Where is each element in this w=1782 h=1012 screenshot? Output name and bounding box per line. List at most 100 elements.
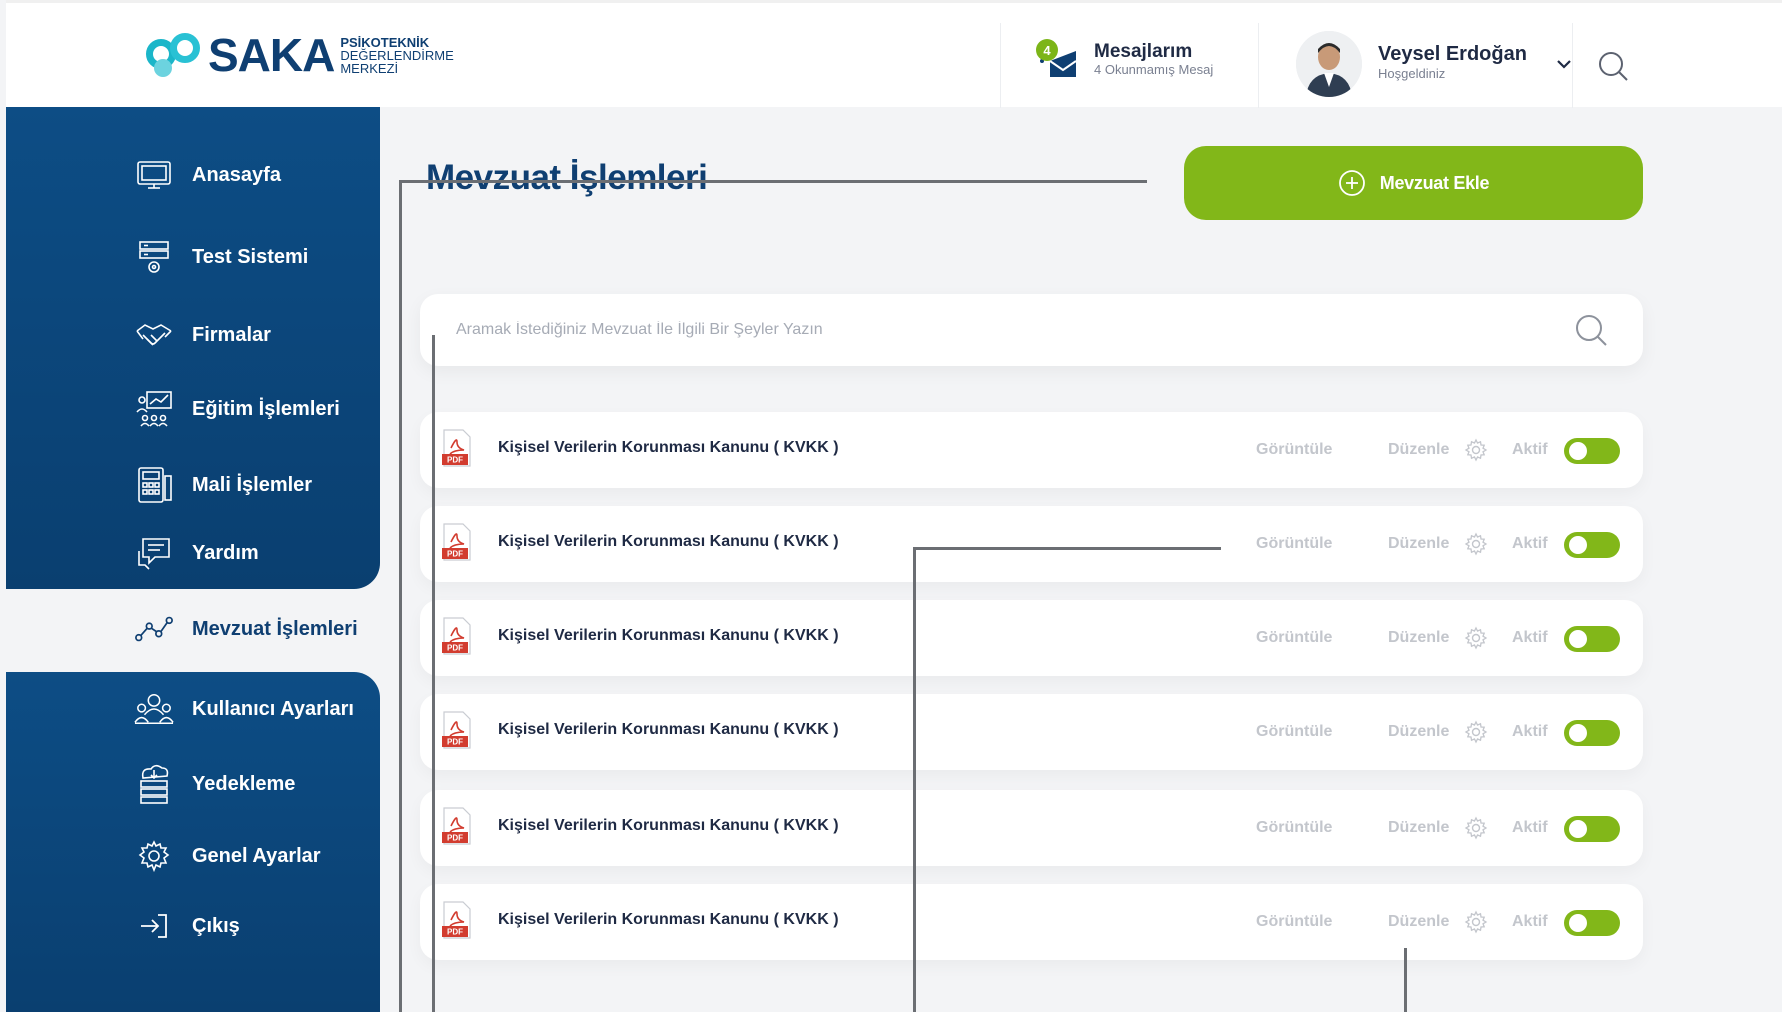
user-menu[interactable]: Veysel Erdoğan Hoşgeldiniz (1296, 31, 1573, 97)
sidebar-item-anasayfa[interactable]: Anasayfa (134, 155, 281, 195)
sidebar-item-yardim[interactable]: Yardım (134, 533, 259, 573)
gear-icon[interactable] (1464, 720, 1488, 744)
annotation-line (399, 180, 1147, 183)
gear-icon[interactable] (1464, 532, 1488, 556)
plus-circle-icon (1338, 170, 1365, 196)
document-row: PDF Kişisel Verilerin Korunması Kanunu (… (420, 790, 1643, 866)
edit-link[interactable]: Düzenle (1388, 913, 1449, 931)
chart-nodes-icon (134, 609, 174, 649)
svg-text:PDF: PDF (447, 550, 463, 559)
header-divider (1258, 23, 1259, 108)
sidebar-item-mevzuat-islemleri[interactable]: Mevzuat İşlemleri (134, 609, 358, 649)
gear-icon (134, 836, 174, 876)
document-row: PDF Kişisel Verilerin Korunması Kanunu (… (420, 412, 1643, 488)
avatar (1296, 31, 1362, 97)
status-label: Aktif (1512, 723, 1548, 740)
edit-link[interactable]: Düzenle (1388, 535, 1449, 553)
sidebar: Anasayfa Test Sistemi Firmalar Eğitim İş… (6, 107, 380, 1012)
active-toggle[interactable] (1564, 438, 1620, 464)
sidebar-item-label: Firmalar (192, 323, 271, 346)
svg-text:PDF: PDF (447, 738, 463, 747)
sidebar-item-mali-islemler[interactable]: Mali İşlemler (134, 465, 312, 505)
toggle-knob (1569, 914, 1587, 932)
document-title: Kişisel Verilerin Korunması Kanunu ( KVK… (498, 627, 839, 644)
annotation-line (1404, 948, 1407, 1012)
toggle-knob (1569, 820, 1587, 838)
view-link[interactable]: Görüntüle (1256, 441, 1332, 459)
brand-name: SAKA (208, 29, 335, 81)
help-chat-icon (134, 533, 174, 573)
view-link[interactable]: Görüntüle (1256, 629, 1332, 647)
gear-icon[interactable] (1464, 438, 1488, 462)
brand-subtitle: PSİKOTEKNİK DEĞERLENDİRME MERKEZİ (340, 34, 454, 76)
server-gear-icon (134, 237, 174, 277)
document-title: Kişisel Verilerin Korunması Kanunu ( KVK… (498, 439, 839, 456)
toggle-knob (1569, 630, 1587, 648)
document-title: Kişisel Verilerin Korunması Kanunu ( KVK… (498, 911, 839, 928)
pdf-file-icon: PDF (442, 807, 471, 845)
sidebar-item-yedekleme[interactable]: Yedekleme (134, 764, 295, 804)
calculator-icon (134, 465, 174, 505)
messages-widget[interactable]: 4 Mesajlarım 4 Okunmamış Mesaj (1036, 39, 1213, 83)
sidebar-item-egitim-islemleri[interactable]: Eğitim İşlemleri (134, 389, 340, 429)
sidebar-item-label: Eğitim İşlemleri (192, 397, 340, 420)
search-box (420, 294, 1643, 366)
view-link[interactable]: Görüntüle (1256, 819, 1332, 837)
status-label: Aktif (1512, 913, 1548, 930)
gear-icon[interactable] (1464, 910, 1488, 934)
svg-text:PDF: PDF (447, 644, 463, 653)
chevron-down-icon[interactable] (1555, 55, 1573, 73)
handshake-icon (134, 315, 174, 355)
brand-logo[interactable]: SAKA PSİKOTEKNİK DEĞERLENDİRME MERKEZİ (140, 25, 454, 85)
header-divider (1572, 23, 1573, 108)
edit-link[interactable]: Düzenle (1388, 441, 1449, 459)
active-toggle[interactable] (1564, 720, 1620, 746)
cloud-backup-icon (134, 764, 174, 804)
unread-badge: 4 (1036, 39, 1058, 61)
training-board-icon (134, 389, 174, 429)
search-icon[interactable] (1573, 312, 1609, 348)
active-toggle[interactable] (1564, 626, 1620, 652)
document-row: PDF Kişisel Verilerin Korunması Kanunu (… (420, 600, 1643, 676)
pdf-file-icon: PDF (442, 711, 471, 749)
sidebar-item-label: Mali İşlemler (192, 473, 313, 496)
status-label: Aktif (1512, 819, 1548, 836)
sidebar-item-label: Yardım (192, 541, 259, 564)
page-title: Mevzuat İşlemleri (426, 158, 708, 197)
document-title: Kişisel Verilerin Korunması Kanunu ( KVK… (498, 817, 839, 834)
add-mevzuat-button[interactable]: Mevzuat Ekle (1184, 146, 1643, 220)
svg-text:PDF: PDF (447, 834, 463, 843)
sidebar-item-label: Yedekleme (192, 772, 296, 795)
active-toggle[interactable] (1564, 910, 1620, 936)
edit-link[interactable]: Düzenle (1388, 819, 1449, 837)
active-toggle[interactable] (1564, 532, 1620, 558)
view-link[interactable]: Görüntüle (1256, 723, 1332, 741)
sidebar-item-kullanici-ayarlari[interactable]: Kullanıcı Ayarları (134, 689, 354, 729)
active-toggle[interactable] (1564, 816, 1620, 842)
document-title: Kişisel Verilerin Korunması Kanunu ( KVK… (498, 533, 839, 550)
messages-subtitle: 4 Okunmamış Mesaj (1094, 62, 1214, 77)
pdf-file-icon: PDF (442, 429, 471, 467)
top-header: SAKA PSİKOTEKNİK DEĞERLENDİRME MERKEZİ 4… (6, 0, 1782, 108)
search-icon[interactable] (1596, 49, 1630, 83)
edit-link[interactable]: Düzenle (1388, 723, 1449, 741)
sidebar-item-test-sistemi[interactable]: Test Sistemi (134, 237, 308, 277)
header-divider (1000, 23, 1001, 108)
sidebar-item-label: Kullanıcı Ayarları (192, 697, 354, 720)
sidebar-item-label: Çıkış (192, 914, 240, 937)
sidebar-item-cikis[interactable]: Çıkış (134, 906, 240, 946)
status-label: Aktif (1512, 629, 1548, 646)
document-row: PDF Kişisel Verilerin Korunması Kanunu (… (420, 884, 1643, 960)
logo-mark-icon (140, 25, 210, 85)
gear-icon[interactable] (1464, 626, 1488, 650)
edit-link[interactable]: Düzenle (1388, 629, 1449, 647)
sidebar-item-label: Mevzuat İşlemleri (192, 617, 358, 640)
search-input[interactable] (456, 314, 1516, 346)
sidebar-item-genel-ayarlar[interactable]: Genel Ayarlar (134, 836, 321, 876)
view-link[interactable]: Görüntüle (1256, 535, 1332, 553)
sidebar-item-firmalar[interactable]: Firmalar (134, 315, 271, 355)
gear-icon[interactable] (1464, 816, 1488, 840)
sidebar-item-label: Genel Ayarlar (192, 844, 321, 867)
view-link[interactable]: Görüntüle (1256, 913, 1332, 931)
envelope-icon: 4 (1036, 39, 1080, 83)
